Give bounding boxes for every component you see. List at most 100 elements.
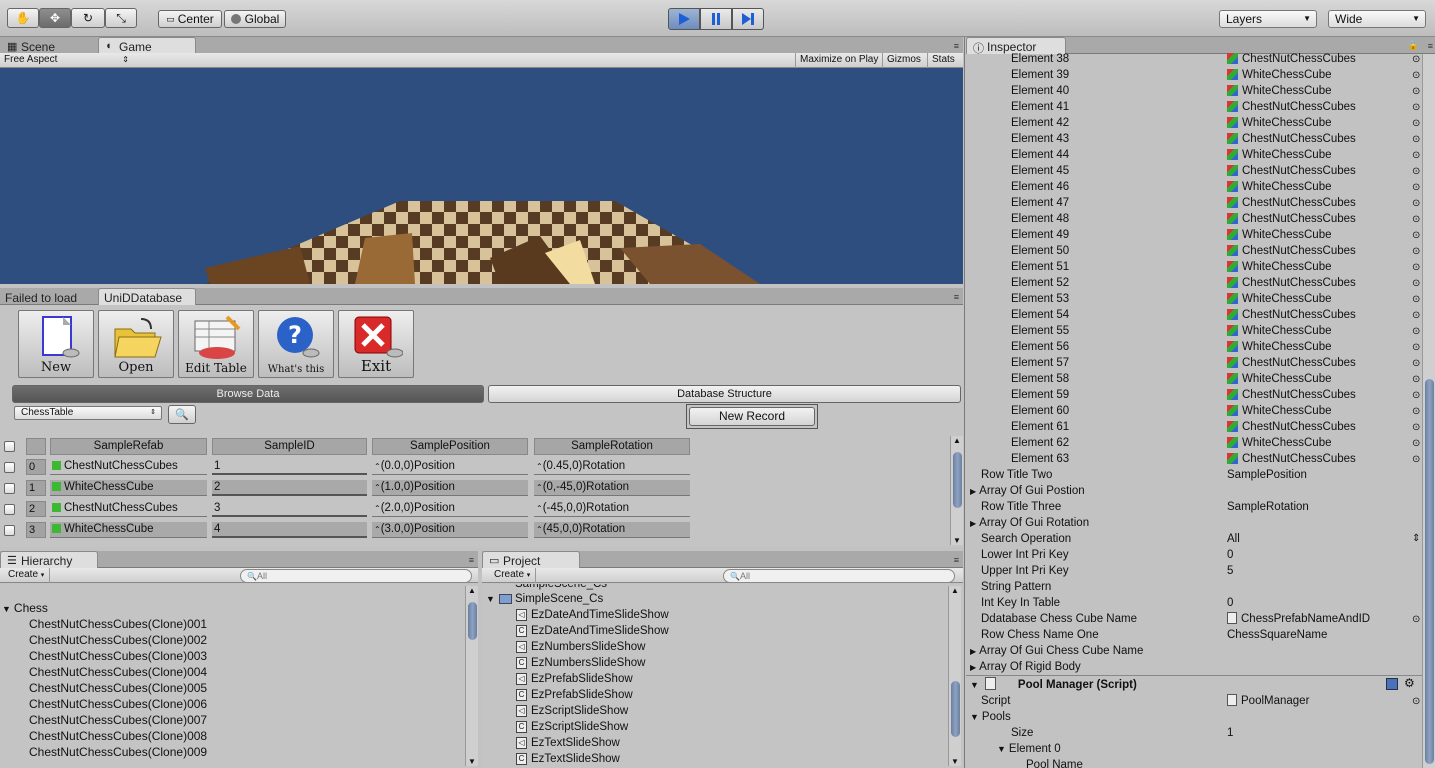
object-picker-icon[interactable]: ⊙ bbox=[1412, 102, 1420, 113]
element-object-field[interactable]: WhiteChessCube bbox=[1227, 291, 1331, 307]
element-object-field[interactable]: ChestNutChessCubes bbox=[1227, 451, 1356, 467]
hierarchy-scroll-thumb[interactable] bbox=[468, 602, 477, 640]
id-cell[interactable]: 4 bbox=[212, 522, 367, 538]
lock-icon[interactable]: 🔒 bbox=[1408, 40, 1419, 51]
step-button[interactable] bbox=[732, 8, 764, 30]
element-object-field[interactable]: WhiteChessCube bbox=[1227, 339, 1331, 355]
panel-menu-icon[interactable]: ≡ bbox=[954, 292, 959, 302]
new-button[interactable]: New bbox=[18, 310, 94, 378]
panel-menu-icon[interactable]: ≡ bbox=[954, 41, 959, 51]
row-checkbox[interactable] bbox=[4, 525, 15, 536]
gear-icon[interactable]: ⚙ bbox=[1404, 676, 1415, 690]
property-value[interactable]: All bbox=[1227, 531, 1240, 547]
list-item[interactable]: ◁ EzDateAndTimeSlideShow bbox=[516, 607, 669, 623]
object-picker-icon[interactable]: ⊙ bbox=[1412, 454, 1420, 465]
scroll-up-icon[interactable]: ▲ bbox=[468, 586, 476, 595]
pools-foldout[interactable]: ▼ Pools bbox=[970, 709, 1011, 725]
object-picker-icon[interactable]: ⊙ bbox=[1412, 118, 1420, 129]
object-picker-icon[interactable]: ⊙ bbox=[1412, 182, 1420, 193]
database-structure-button[interactable]: Database Structure bbox=[488, 385, 961, 403]
tab-failed-to-load[interactable]: Failed to load bbox=[0, 288, 96, 305]
browse-data-button[interactable]: Browse Data bbox=[12, 385, 484, 403]
expand-triangle-icon[interactable]: ▶ bbox=[970, 663, 976, 672]
object-picker-icon[interactable]: ⊙ bbox=[1412, 326, 1420, 337]
list-item[interactable]: C EzScriptSlideShow bbox=[516, 719, 628, 735]
element-object-field[interactable]: WhiteChessCube bbox=[1227, 435, 1331, 451]
element-object-field[interactable]: ChestNutChessCubes bbox=[1227, 307, 1356, 323]
expand-triangle-icon[interactable]: ▼ bbox=[2, 604, 11, 614]
inspector-scrollbar[interactable] bbox=[1422, 54, 1435, 768]
position-cell[interactable]: ⌃(3.0,0)Position bbox=[372, 522, 528, 538]
inspector-scroll-thumb[interactable] bbox=[1425, 379, 1434, 764]
tab-project[interactable]: ▭ Project bbox=[482, 551, 580, 568]
element-object-field[interactable]: ChestNutChessCubes bbox=[1227, 419, 1356, 435]
tab-scene[interactable]: ▦ Scene bbox=[0, 37, 96, 54]
object-picker-icon[interactable]: ⊙ bbox=[1412, 198, 1420, 209]
hierarchy-search-input[interactable]: 🔍All bbox=[240, 569, 472, 583]
object-picker-icon[interactable]: ⊙ bbox=[1412, 230, 1420, 241]
property-foldout[interactable]: ▶ Array Of Gui Postion bbox=[970, 483, 1085, 500]
scroll-down-icon[interactable]: ▼ bbox=[953, 536, 961, 545]
element-object-field[interactable]: ChestNutChessCubes bbox=[1227, 99, 1356, 115]
row-checkbox[interactable] bbox=[4, 504, 15, 515]
panel-menu-icon[interactable]: ≡ bbox=[954, 555, 959, 565]
property-foldout[interactable]: ▶ Array Of Rigid Body bbox=[970, 659, 1081, 676]
prefab-cell[interactable]: ChestNutChessCubes bbox=[50, 501, 207, 517]
element-object-field[interactable]: WhiteChessCube bbox=[1227, 115, 1331, 131]
object-picker-icon[interactable]: ⊙ bbox=[1412, 342, 1420, 353]
object-picker-icon[interactable]: ⊙ bbox=[1412, 278, 1420, 289]
object-picker-icon[interactable]: ⊙ bbox=[1412, 150, 1420, 161]
layers-dropdown[interactable]: Layers ▼ bbox=[1219, 10, 1317, 28]
list-item[interactable]: ◁ EzTextSlideShow bbox=[516, 735, 620, 751]
expand-triangle-icon[interactable]: ▶ bbox=[970, 647, 976, 656]
project-folder[interactable]: ▼ SimpleScene_Cs bbox=[486, 591, 603, 607]
row-checkbox[interactable] bbox=[4, 462, 15, 473]
list-item[interactable]: ◁ EzScriptSlideShow bbox=[516, 703, 628, 719]
exit-button[interactable]: Exit bbox=[338, 310, 414, 378]
stats-button[interactable]: Stats bbox=[927, 53, 959, 68]
position-cell[interactable]: ⌃(0.0,0)Position bbox=[372, 459, 528, 475]
aspect-dropdown[interactable]: Free Aspect ⇕ bbox=[0, 53, 133, 68]
panel-menu-icon[interactable]: ≡ bbox=[1428, 41, 1433, 51]
element-object-field[interactable]: WhiteChessCube bbox=[1227, 259, 1331, 275]
panel-menu-icon[interactable]: ≡ bbox=[469, 555, 474, 565]
expand-triangle-icon[interactable]: ▼ bbox=[970, 680, 979, 690]
element-object-field[interactable]: WhiteChessCube bbox=[1227, 147, 1331, 163]
element-object-field[interactable]: ChestNutChessCubes bbox=[1227, 355, 1356, 371]
object-picker-icon[interactable]: ⊙ bbox=[1412, 54, 1420, 65]
list-item[interactable]: ChestNutChessCubes(Clone)008 bbox=[29, 728, 207, 744]
element-object-field[interactable]: WhiteChessCube bbox=[1227, 323, 1331, 339]
layout-dropdown[interactable]: Wide ▼ bbox=[1328, 10, 1426, 28]
list-item[interactable]: C EzDateAndTimeSlideShow bbox=[516, 623, 669, 639]
element-object-field[interactable]: WhiteChessCube bbox=[1227, 227, 1331, 243]
move-tool-icon[interactable]: ✥ bbox=[39, 8, 71, 28]
db-scroll-thumb[interactable] bbox=[953, 452, 962, 508]
object-picker-icon[interactable]: ⊙ bbox=[1412, 358, 1420, 369]
object-picker-icon[interactable]: ⊙ bbox=[1412, 214, 1420, 225]
element-object-field[interactable]: WhiteChessCube bbox=[1227, 67, 1331, 83]
rotate-tool-icon[interactable]: ↻ bbox=[71, 8, 105, 28]
scroll-up-icon[interactable]: ▲ bbox=[953, 436, 961, 445]
project-search-input[interactable]: 🔍All bbox=[723, 569, 955, 583]
table-select[interactable]: ChessTable ⇕ bbox=[14, 406, 162, 420]
row-checkbox[interactable] bbox=[4, 483, 15, 494]
expand-triangle-icon[interactable]: ▼ bbox=[486, 591, 495, 607]
hierarchy-root-chess[interactable]: ▼ Chess bbox=[2, 600, 48, 617]
prefab-cell[interactable]: WhiteChessCube bbox=[50, 480, 207, 496]
object-picker-icon[interactable]: ⊙ bbox=[1412, 696, 1420, 707]
property-foldout[interactable]: ▶ Array Of Gui Rotation bbox=[970, 515, 1089, 532]
expand-triangle-icon[interactable]: ▶ bbox=[970, 487, 976, 496]
expand-triangle-icon[interactable]: ▼ bbox=[997, 744, 1006, 754]
play-button[interactable] bbox=[668, 8, 700, 30]
rotation-cell[interactable]: ⌃(-45,0,0)Rotation bbox=[534, 501, 690, 517]
prefab-cell[interactable]: WhiteChessCube bbox=[50, 522, 207, 538]
element-object-field[interactable]: ChestNutChessCubes bbox=[1227, 195, 1356, 211]
scale-tool-icon[interactable]: ⤡ bbox=[105, 8, 137, 28]
select-all-checkbox[interactable] bbox=[4, 441, 15, 452]
element-object-field[interactable]: ChestNutChessCubes bbox=[1227, 131, 1356, 147]
object-picker-icon[interactable]: ⊙ bbox=[1412, 406, 1420, 417]
hierarchy-create-button[interactable]: Create ▾ bbox=[4, 568, 50, 583]
property-value[interactable]: ChessPrefabNameAndID bbox=[1227, 611, 1370, 627]
search-icon[interactable]: 🔍 bbox=[168, 405, 196, 424]
object-picker-icon[interactable]: ⊙ bbox=[1412, 166, 1420, 177]
